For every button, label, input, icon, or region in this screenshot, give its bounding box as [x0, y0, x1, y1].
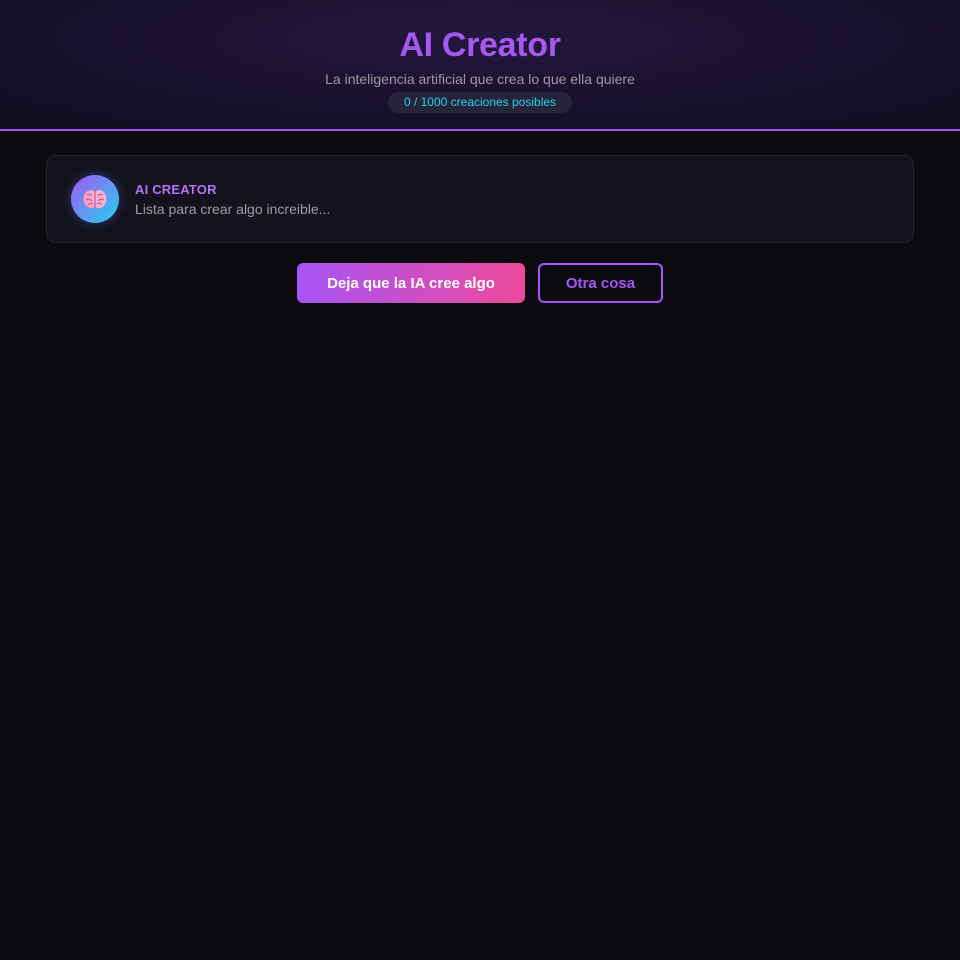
card-sender-name: AI CREATOR: [135, 182, 217, 197]
ai-status-card: AI CREATOR Lista para crear algo increib…: [46, 155, 914, 243]
create-something-button[interactable]: Deja que la IA cree algo: [297, 263, 525, 303]
app-title: AI Creator: [399, 26, 561, 64]
card-status-message: Lista para crear algo increible...: [135, 201, 331, 217]
brain-icon: [83, 190, 107, 208]
creations-counter-badge: 0 / 1000 creaciones posibles: [388, 92, 572, 113]
app-subtitle: La inteligencia artificial que crea lo q…: [325, 71, 635, 87]
avatar: [71, 175, 119, 223]
app-header: AI Creator La inteligencia artificial qu…: [0, 0, 960, 131]
something-else-button[interactable]: Otra cosa: [538, 263, 663, 303]
